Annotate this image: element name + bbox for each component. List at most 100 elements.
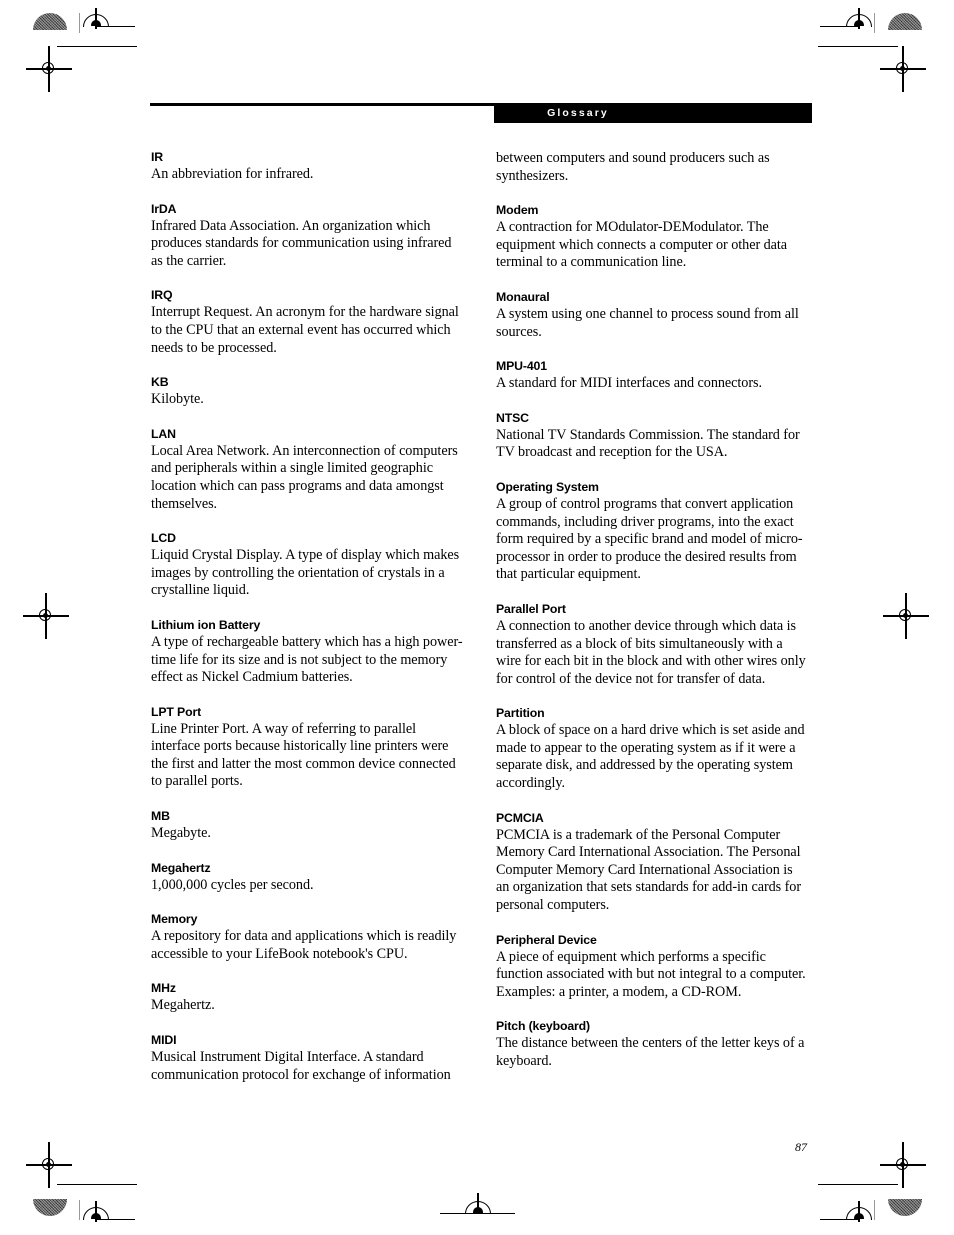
glossary-term: LPT Port <box>151 704 202 719</box>
crop-line-bottom-right <box>818 1184 898 1186</box>
glossary-definition: 1,000,000 cycles per second. <box>151 876 314 893</box>
crop-line-top-left <box>57 46 137 48</box>
glossary-entry: MHz Megahertz. <box>151 981 463 1015</box>
glossary-entry: MPU-401 A standard for MIDI interfaces a… <box>496 359 808 393</box>
glossary-term: LCD <box>151 531 176 546</box>
glossary-entry: KB Kilobyte. <box>151 375 463 409</box>
glossary-entry: IR An abbreviation for infrared. <box>151 150 463 184</box>
glossary-term: MB <box>151 809 170 824</box>
glossary-entry-continuation: between computers and sound producers su… <box>496 150 808 185</box>
glossary-definition: Megahertz. <box>151 997 215 1014</box>
glossary-definition: A connection to another device through w… <box>496 617 806 687</box>
glossary-definition: A type of rechargeable battery which has… <box>151 633 463 686</box>
glossary-entry: Modem A contraction for MOdulator-DEModu… <box>496 203 808 272</box>
glossary-entry: Megahertz 1,000,000 cycles per second. <box>151 861 463 895</box>
density-patch-top-right <box>888 13 922 30</box>
glossary-definition: The distance between the centers of the … <box>496 1035 805 1069</box>
glossary-definition: Interrupt Request. An acronym for the ha… <box>151 304 459 356</box>
density-patch-bottom-left <box>33 1199 67 1216</box>
section-header-bar: Glossary <box>494 104 812 123</box>
glossary-term: KB <box>151 375 169 390</box>
glossary-entry: Operating System A group of control prog… <box>496 480 808 584</box>
registration-cross-bottom-right <box>880 1142 926 1188</box>
glossary-entry: Lithium ion Battery A type of rechargeab… <box>151 618 463 687</box>
glossary-definition: between computers and sound producers su… <box>496 150 770 184</box>
glossary-definition: Megabyte. <box>151 825 211 842</box>
glossary-entry: Memory A repository for data and applica… <box>151 912 463 963</box>
glossary-definition: A group of control programs that convert… <box>496 495 803 583</box>
glossary-term: Memory <box>151 912 198 927</box>
glossary-entry: Partition A block of space on a hard dri… <box>496 706 808 792</box>
glossary-entry: MIDI Musical Instrument Digital Interfac… <box>151 1033 463 1084</box>
page-number: 87 <box>795 1140 807 1154</box>
glossary-definition: A contraction for MOdulator-DEModulator.… <box>496 219 788 271</box>
glossary-term: Megahertz <box>151 860 211 875</box>
registration-cross-bottom-left <box>26 1142 72 1188</box>
glossary-term: MHz <box>151 981 176 996</box>
density-patch-top-left <box>33 13 67 30</box>
separator-tick-top-left <box>79 13 80 33</box>
crop-line-top-right <box>818 46 898 48</box>
glossary-column-right: between computers and sound producers su… <box>496 150 808 1071</box>
glossary-entry: LAN Local Area Network. An interconnecti… <box>151 427 463 513</box>
glossary-term: IR <box>151 150 163 164</box>
glossary-entry: LPT Port Line Printer Port. A way of ref… <box>151 705 463 791</box>
glossary-term: IrDA <box>151 201 177 216</box>
glossary-entry: MB Megabyte. <box>151 809 463 843</box>
glossary-term: Partition <box>496 706 545 721</box>
glossary-entry: Peripheral Device A piece of equipment w… <box>496 933 808 1002</box>
registration-line-bottom-right <box>820 1219 860 1221</box>
glossary-term: NTSC <box>496 410 529 425</box>
glossary-term: MPU-401 <box>496 359 547 374</box>
registration-line-top-left <box>95 26 135 28</box>
glossary-term: IRQ <box>151 288 173 303</box>
glossary-definition: Local Area Network. An interconnection o… <box>151 442 458 512</box>
registration-cross-mid-left <box>23 593 69 639</box>
glossary-definition: Line Printer Port. A way of referring to… <box>151 720 456 790</box>
glossary-definition: Musical Instrument Digital Interface. A … <box>151 1049 451 1083</box>
registration-line-bottom-left <box>95 1219 135 1221</box>
registration-cross-top-left <box>26 46 72 92</box>
separator-tick-bottom-left <box>79 1200 80 1220</box>
glossary-entry: PCMCIA PCMCIA is a trademark of the Pers… <box>496 811 808 915</box>
glossary-definition: A repository for data and applications w… <box>151 928 457 962</box>
crop-line-bottom-left <box>57 1184 137 1186</box>
registration-cross-mid-right <box>883 593 929 639</box>
glossary-definition: A block of space on a hard drive which i… <box>496 722 805 792</box>
registration-cross-top-right <box>880 46 926 92</box>
glossary-definition: A piece of equipment which performs a sp… <box>496 948 806 1000</box>
registration-line-top-right <box>820 26 860 28</box>
glossary-entry: Pitch (keyboard) The distance between th… <box>496 1019 808 1070</box>
glossary-term: Peripheral Device <box>496 932 597 947</box>
section-title: Glossary <box>547 107 609 119</box>
glossary-term: Operating System <box>496 479 599 494</box>
glossary-definition: A standard for MIDI interfaces and conne… <box>496 375 762 392</box>
glossary-definition: An abbreviation for infrared. <box>151 166 314 182</box>
glossary-definition: PCMCIA is a trademark of the Personal Co… <box>496 826 802 914</box>
glossary-column-left: IR An abbreviation for infrared. IrDA In… <box>151 150 463 1084</box>
glossary-entry: IRQ Interrupt Request. An acronym for th… <box>151 288 463 357</box>
glossary-definition: A system using one channel to process so… <box>496 305 799 340</box>
glossary-definition: National TV Standards Commission. The st… <box>496 426 800 461</box>
glossary-entry: Parallel Port A connection to another de… <box>496 602 808 688</box>
glossary-entry: LCD Liquid Crystal Display. A type of di… <box>151 531 463 600</box>
glossary-term: Pitch (keyboard) <box>496 1019 590 1034</box>
glossary-page: Glossary IR An abbreviation for infrared… <box>0 0 954 1235</box>
glossary-entry: NTSC National TV Standards Commission. T… <box>496 411 808 462</box>
density-patch-bottom-right <box>888 1199 922 1216</box>
glossary-term: PCMCIA <box>496 810 544 825</box>
glossary-term: Lithium ion Battery <box>151 617 261 632</box>
glossary-term: LAN <box>151 426 176 441</box>
glossary-term: Parallel Port <box>496 601 566 616</box>
glossary-entry: IrDA Infrared Data Association. An organ… <box>151 202 463 271</box>
half-registration-mark-bottom-center <box>465 1193 491 1214</box>
separator-tick-top-right <box>874 13 875 33</box>
glossary-definition: Kilobyte. <box>151 391 204 408</box>
separator-tick-bottom-right <box>874 1200 875 1220</box>
glossary-term: Modem <box>496 203 539 218</box>
glossary-entry: Monaural A system using one channel to p… <box>496 290 808 341</box>
glossary-definition: Liquid Crystal Display. A type of displa… <box>151 547 460 599</box>
glossary-term: MIDI <box>151 1033 177 1048</box>
glossary-term: Monaural <box>496 289 550 304</box>
glossary-definition: Infrared Data Association. An organizati… <box>151 217 452 269</box>
